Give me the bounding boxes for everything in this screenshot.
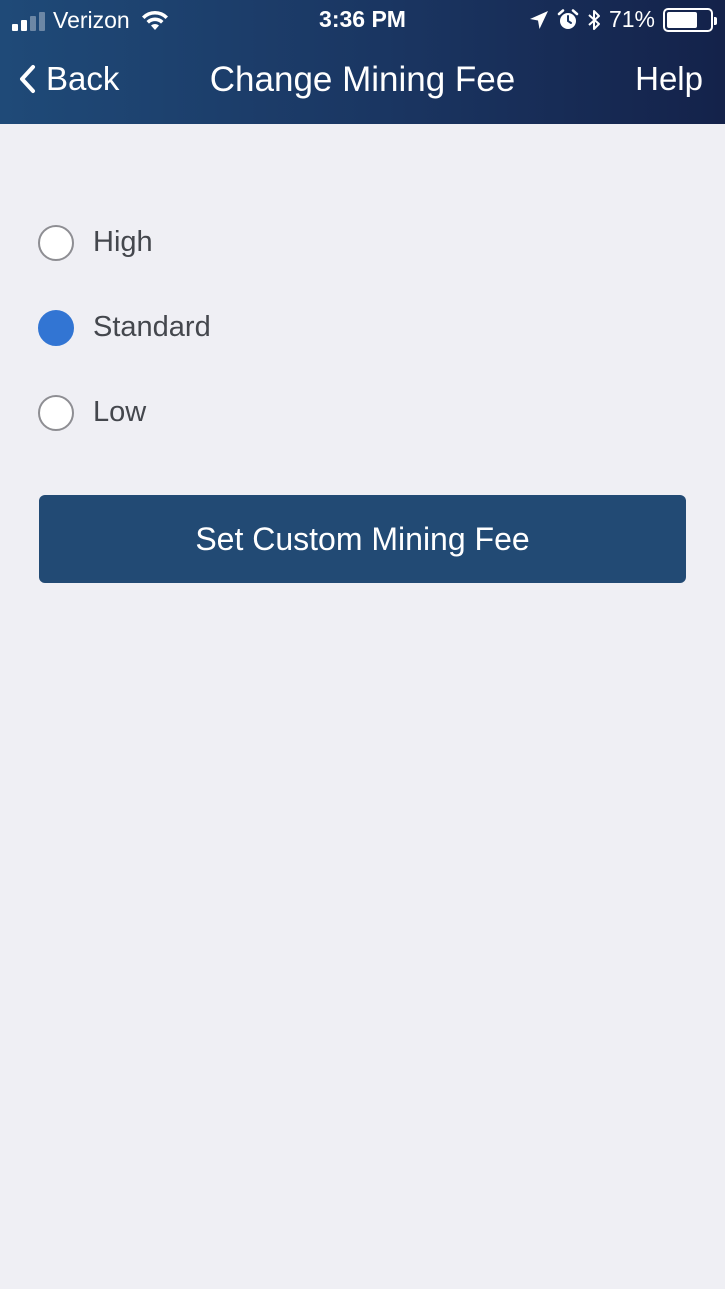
fee-options-list: High Standard Low (38, 200, 211, 455)
radio-button[interactable] (38, 309, 74, 346)
help-button[interactable]: Help (635, 60, 703, 98)
fee-option-low[interactable]: Low (38, 370, 211, 455)
bluetooth-icon (588, 9, 600, 30)
alarm-icon (557, 8, 579, 29)
fee-option-label: High (93, 226, 153, 258)
status-bar: Verizon 3:36 PM 71% (0, 0, 725, 40)
navigation-bar: Back Change Mining Fee Help (0, 44, 725, 124)
fee-option-standard[interactable]: Standard (38, 285, 211, 370)
status-bar-right: 71% (529, 6, 717, 33)
radio-button[interactable] (38, 224, 74, 261)
battery-icon (663, 7, 717, 32)
fee-option-high[interactable]: High (38, 200, 211, 285)
back-label: Back (46, 60, 120, 97)
location-arrow-icon (529, 10, 548, 29)
fee-option-label: Standard (93, 311, 211, 343)
set-custom-mining-fee-button[interactable]: Set Custom Mining Fee (39, 495, 686, 583)
radio-button[interactable] (38, 394, 74, 431)
chevron-left-icon (20, 65, 35, 93)
fee-option-label: Low (93, 396, 147, 428)
back-button[interactable]: Back (18, 60, 119, 98)
battery-percent: 71% (608, 6, 655, 32)
header: Verizon 3:36 PM 71% Back Change Mining F… (0, 0, 725, 124)
